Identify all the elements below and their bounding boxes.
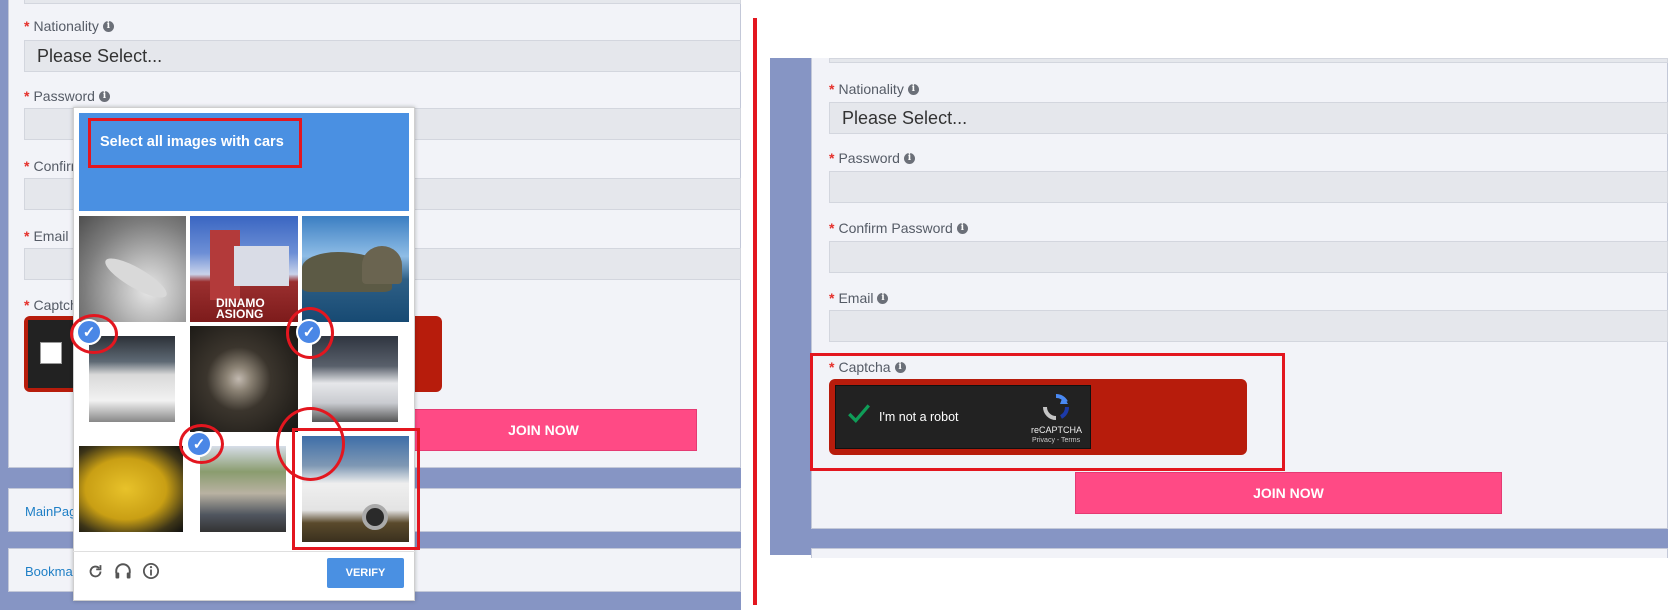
annotation-circle	[70, 314, 118, 354]
reload-icon[interactable]	[84, 560, 106, 582]
tile-dark-wheel[interactable]	[190, 326, 298, 432]
verify-button[interactable]: VERIFY	[327, 558, 404, 588]
annotation-circle	[286, 307, 334, 359]
tile-coastal-cliffs[interactable]	[302, 216, 409, 322]
tile-spoon[interactable]	[79, 216, 186, 322]
comparison-divider	[753, 18, 757, 605]
annotation-instruction-box	[88, 118, 302, 168]
annotation-van-box	[292, 428, 420, 550]
right-join-now-button[interactable]: JOIN NOW	[1075, 472, 1502, 514]
annotation-captcha-box	[810, 353, 1285, 471]
right-password-label: * Password i	[829, 150, 915, 166]
info-icon: i	[102, 20, 114, 32]
right-nationality-label: * Nationality i	[829, 81, 919, 97]
info-icon: i	[877, 292, 889, 304]
info-icon: i	[956, 222, 968, 234]
bookmarks-link[interactable]: Bookmar	[25, 564, 77, 579]
comparison-screenshot: * Nationality i Please Select... * Password…	[0, 0, 1668, 610]
tile-sign-caption: DINAMO ASIONG	[216, 296, 265, 321]
tile-yellow-object[interactable]	[79, 436, 186, 542]
left-captcha-label: * Captch	[24, 297, 78, 313]
right-confirm-password-input[interactable]	[829, 241, 1668, 273]
right-confirm-password-label: * Confirm Password i	[829, 220, 968, 236]
left-password-label: * Password i	[24, 88, 110, 104]
annotation-circle	[179, 424, 224, 464]
right-email-label: * Email i	[829, 290, 889, 306]
right-password-input[interactable]	[829, 171, 1668, 203]
tile-dinamo-sign[interactable]: DINAMO ASIONG	[190, 216, 298, 322]
left-nationality-label: * Nationality i	[24, 18, 114, 34]
right-top-field-stub[interactable]	[829, 58, 1668, 63]
info-icon[interactable]	[140, 560, 162, 582]
left-top-field-stub[interactable]	[24, 0, 741, 4]
info-icon: i	[903, 152, 915, 164]
left-join-now-button[interactable]: JOIN NOW	[390, 409, 697, 451]
right-nationality-select[interactable]: Please Select...	[829, 102, 1668, 134]
left-nationality-select[interactable]: Please Select...	[24, 40, 741, 72]
challenge-footer-divider	[73, 551, 415, 552]
info-icon: i	[907, 83, 919, 95]
info-icon: i	[98, 90, 110, 102]
headphones-icon[interactable]	[112, 560, 134, 582]
mainpage-link[interactable]: MainPag	[25, 504, 76, 519]
left-email-label: * Email	[24, 228, 69, 244]
right-next-section-stub	[811, 548, 1668, 558]
left-recaptcha-checkbox[interactable]	[40, 342, 62, 364]
right-email-input[interactable]	[829, 310, 1668, 342]
